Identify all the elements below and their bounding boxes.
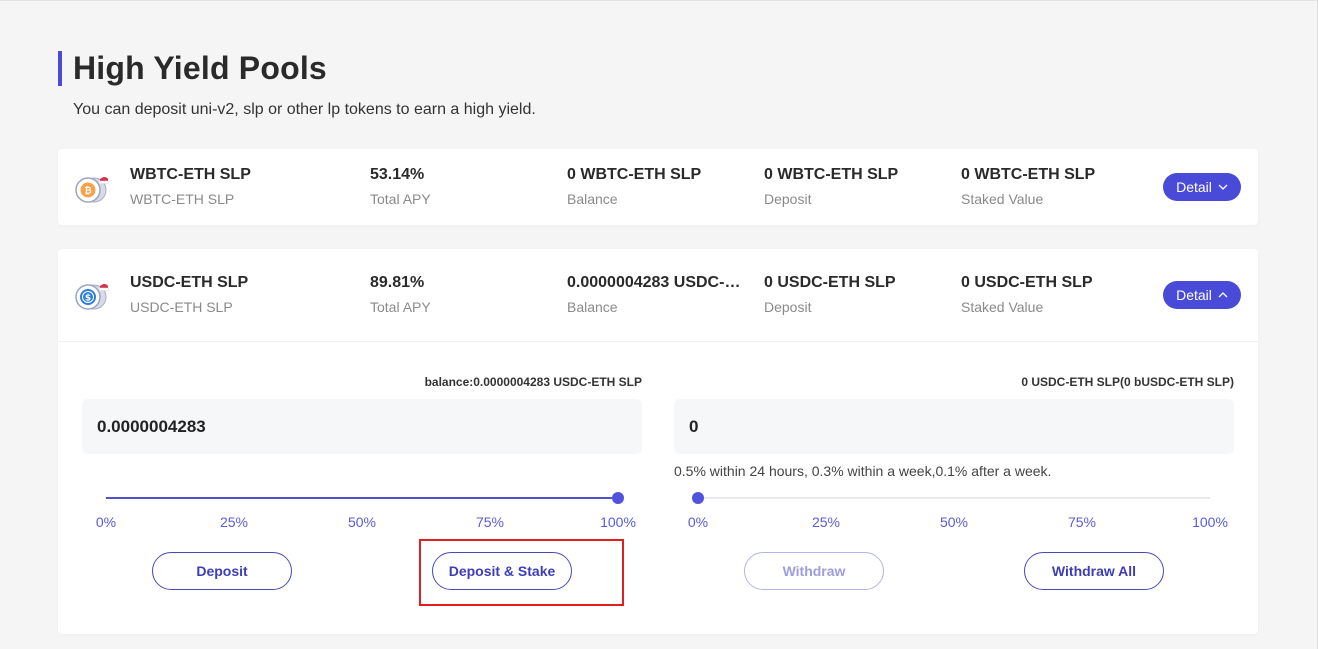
deposit-tick-0[interactable]: 0% — [96, 514, 116, 530]
deposit-tick-75[interactable]: 75% — [476, 514, 504, 530]
balance-cell: 0.0000004283 USDC-ETH SLP Balance — [567, 273, 747, 316]
staked-value: 0 USDC-ETH SLP — [961, 274, 1093, 291]
apy-cell: 53.14% Total APY — [370, 165, 431, 208]
withdraw-tick-25[interactable]: 25% — [812, 514, 840, 530]
staked-cell: 0 WBTC-ETH SLP Staked Value — [961, 165, 1095, 208]
detail-button-label: Detail — [1176, 287, 1212, 303]
deposit-slider-ticks: 0% 25% 50% 75% 100% — [96, 514, 636, 530]
apy-value: 53.14% — [370, 166, 425, 183]
withdraw-button[interactable]: Withdraw — [744, 552, 884, 590]
deposit-cell: 0 USDC-ETH SLP Deposit — [764, 273, 896, 316]
deposit-tick-25[interactable]: 25% — [220, 514, 248, 530]
deposit-slider-fill — [106, 497, 618, 499]
staked-cell: 0 USDC-ETH SLP Staked Value — [961, 273, 1093, 316]
deposit-slider-handle[interactable] — [612, 492, 624, 504]
divider — [58, 341, 1258, 342]
deposit-balance-info: balance:0.0000004283 USDC-ETH SLP — [424, 375, 642, 389]
balance-label: Balance — [567, 191, 618, 207]
balance-value: 0.0000004283 USDC-ETH SLP — [567, 274, 747, 291]
withdraw-slider[interactable] — [692, 492, 1210, 504]
chevron-down-icon — [1218, 184, 1228, 190]
wbtc-eth-token-icon: ₿ — [75, 177, 110, 203]
deposit-tick-100[interactable]: 100% — [600, 514, 636, 530]
withdraw-slider-handle[interactable] — [692, 492, 704, 504]
pool-card-usdc-eth: $ USDC-ETH SLP USDC-ETH SLP 89.81% Total… — [58, 249, 1258, 634]
deposit-amount-input[interactable] — [82, 399, 642, 454]
deposit-button[interactable]: Deposit — [152, 552, 292, 590]
title-accent-bar — [58, 51, 62, 86]
deposit-cell: 0 WBTC-ETH SLP Deposit — [764, 165, 898, 208]
deposit-label: Deposit — [764, 191, 812, 207]
withdraw-all-button[interactable]: Withdraw All — [1024, 552, 1164, 590]
page-subtitle: You can deposit uni-v2, slp or other lp … — [73, 101, 536, 118]
withdraw-tick-50[interactable]: 50% — [940, 514, 968, 530]
usdc-eth-token-icon: $ — [75, 284, 110, 310]
pool-card-wbtc-eth: ₿ WBTC-ETH SLP WBTC-ETH SLP 53.14% Total… — [58, 149, 1258, 225]
staked-label: Staked Value — [961, 191, 1044, 207]
withdraw-fee-note: 0.5% within 24 hours, 0.3% within a week… — [674, 463, 1052, 479]
chevron-up-icon — [1218, 292, 1228, 298]
pool-subname: WBTC-ETH SLP — [130, 191, 235, 207]
page-title: High Yield Pools — [73, 50, 327, 86]
pool-subname: USDC-ETH SLP — [130, 299, 233, 315]
deposit-stake-button[interactable]: Deposit & Stake — [432, 552, 572, 590]
deposit-value: 0 USDC-ETH SLP — [764, 274, 896, 291]
withdraw-tick-100[interactable]: 100% — [1192, 514, 1228, 530]
apy-value: 89.81% — [370, 274, 425, 291]
detail-button-label: Detail — [1176, 179, 1212, 195]
svg-text:₿: ₿ — [84, 186, 91, 197]
deposit-slider[interactable] — [106, 492, 624, 504]
deposit-label: Deposit — [764, 299, 812, 315]
withdraw-balance-info: 0 USDC-ETH SLP(0 bUSDC-ETH SLP) — [1021, 375, 1234, 389]
pool-name: USDC-ETH SLP — [130, 274, 249, 291]
pool-name-cell: WBTC-ETH SLP WBTC-ETH SLP — [130, 165, 251, 208]
pool-row[interactable]: ₿ WBTC-ETH SLP WBTC-ETH SLP 53.14% Total… — [58, 149, 1258, 225]
detail-button[interactable]: Detail — [1163, 281, 1241, 309]
pool-name-cell: USDC-ETH SLP USDC-ETH SLP — [130, 273, 248, 316]
withdraw-tick-0[interactable]: 0% — [688, 514, 708, 530]
withdraw-slider-ticks: 0% 25% 50% 75% 100% — [688, 514, 1228, 530]
withdraw-amount-input[interactable] — [674, 399, 1234, 454]
balance-label: Balance — [567, 299, 618, 315]
apy-label: Total APY — [370, 191, 431, 207]
deposit-value: 0 WBTC-ETH SLP — [764, 166, 899, 183]
detail-button[interactable]: Detail — [1163, 173, 1241, 201]
staked-label: Staked Value — [961, 299, 1044, 315]
balance-cell: 0 WBTC-ETH SLP Balance — [567, 165, 747, 208]
withdraw-tick-75[interactable]: 75% — [1068, 514, 1096, 530]
apy-cell: 89.81% Total APY — [370, 273, 431, 316]
pool-row[interactable]: $ USDC-ETH SLP USDC-ETH SLP 89.81% Total… — [58, 249, 1258, 341]
balance-value: 0 WBTC-ETH SLP — [567, 166, 702, 183]
staked-value: 0 WBTC-ETH SLP — [961, 166, 1096, 183]
pool-name: WBTC-ETH SLP — [130, 166, 251, 183]
deposit-tick-50[interactable]: 50% — [348, 514, 376, 530]
apy-label: Total APY — [370, 299, 431, 315]
svg-text:$: $ — [85, 294, 91, 304]
